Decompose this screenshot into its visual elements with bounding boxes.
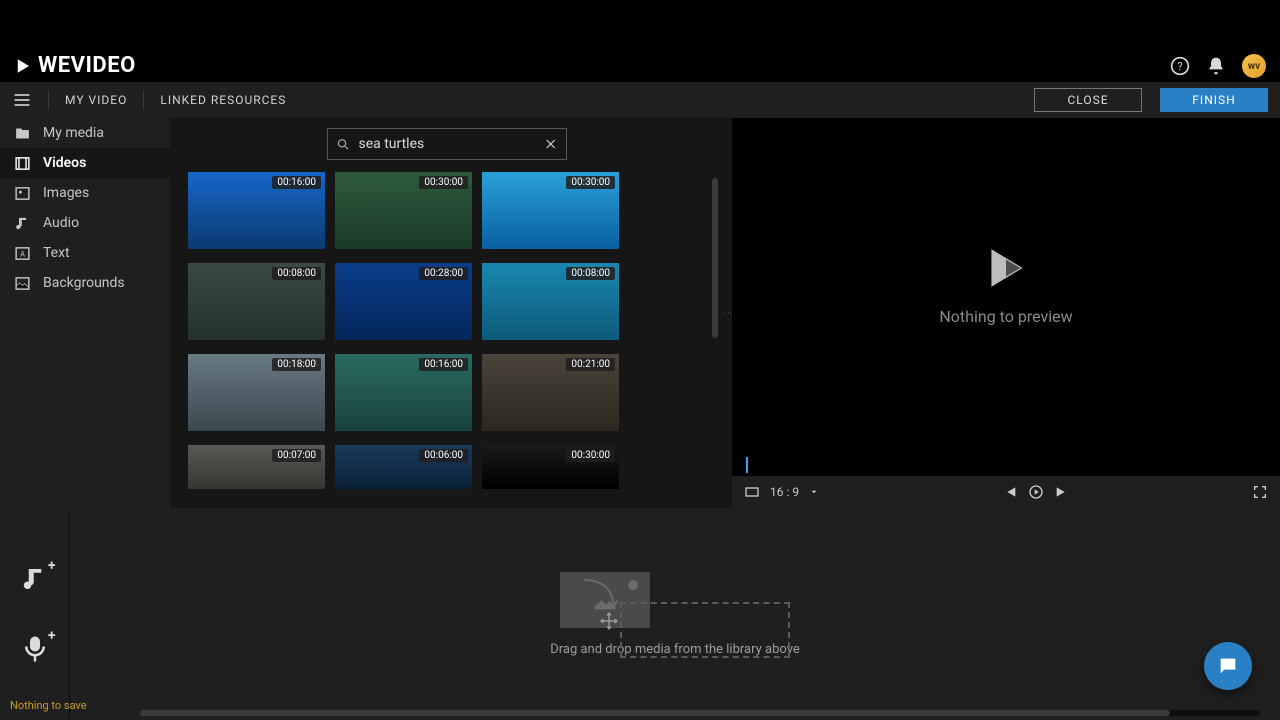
finish-button[interactable]: FINISH [1160,88,1268,112]
drop-hint-graphic [560,572,790,628]
app-subbar: MY VIDEO LINKED RESOURCES CLOSE FINISH [0,82,1280,118]
bell-icon[interactable] [1206,56,1226,76]
aspect-icon[interactable] [744,484,760,500]
menu-icon[interactable] [12,90,32,110]
media-clip[interactable]: 00:30:00 [482,445,619,489]
chat-icon [1217,655,1239,677]
clip-duration: 00:21:00 [566,358,615,371]
sidebar-item-audio[interactable]: Audio [0,208,170,238]
clip-duration: 00:18:00 [272,358,321,371]
media-clip[interactable]: 00:08:00 [482,263,619,340]
aspect-ratio-label[interactable]: 16 : 9 [770,485,799,499]
timeline-panel: + + Drag and drop media from the library… [0,508,1280,720]
background-icon [14,275,31,292]
image-icon [14,185,31,202]
chat-fab[interactable] [1204,642,1252,690]
music-icon [14,215,31,232]
skip-forward-icon[interactable] [1054,484,1070,500]
clip-duration: 00:08:00 [272,267,321,280]
clip-duration: 00:08:00 [566,267,615,280]
save-status: Nothing to save [10,699,87,712]
timeline-scrollbar[interactable] [140,710,1260,716]
clip-duration: 00:30:00 [566,176,615,189]
sidebar-item-my-media[interactable]: My media [0,118,170,148]
clip-duration: 00:30:00 [566,449,615,462]
media-clip[interactable]: 00:16:00 [335,354,472,431]
media-clip[interactable]: 00:06:00 [335,445,472,489]
app-logo: WEVIDEO [14,53,136,78]
breadcrumb-linked-resources[interactable]: LINKED RESOURCES [160,93,286,107]
chevron-down-icon[interactable] [809,487,819,497]
search-input-wrapper [327,128,567,160]
close-button[interactable]: CLOSE [1034,88,1142,112]
panel-resize-handle[interactable]: ⋮ [724,118,732,508]
clip-duration: 00:30:00 [419,176,468,189]
sidebar-item-text[interactable]: A Text [0,238,170,268]
preview-controls: 16 : 9 [732,476,1280,508]
clip-duration: 00:16:00 [272,176,321,189]
clip-duration: 00:07:00 [272,449,321,462]
help-icon[interactable]: ? [1170,56,1190,76]
fullscreen-icon[interactable] [1252,484,1268,500]
media-clip[interactable]: 00:18:00 [188,354,325,431]
preview-empty-text: Nothing to preview [939,307,1072,326]
media-clip[interactable]: 00:30:00 [482,172,619,249]
clip-duration: 00:06:00 [419,449,468,462]
play-icon [14,57,32,75]
folder-icon [14,125,31,142]
search-input[interactable] [358,136,536,152]
media-library: 00:16:00 00:30:00 00:30:00 00:08:00 00:2… [170,118,724,508]
media-clip[interactable]: 00:16:00 [188,172,325,249]
skip-back-icon[interactable] [1002,484,1018,500]
clear-search-icon[interactable] [544,137,558,151]
sidebar-item-images[interactable]: Images [0,178,170,208]
preview-panel: Nothing to preview 16 : 9 [732,118,1280,508]
clip-duration: 00:28:00 [419,267,468,280]
media-clip[interactable]: 00:28:00 [335,263,472,340]
library-scrollbar[interactable] [712,178,718,338]
svg-text:?: ? [1177,60,1182,73]
add-audio-track-icon[interactable]: + [20,564,50,594]
sidebar-item-backgrounds[interactable]: Backgrounds [0,268,170,298]
svg-text:A: A [20,249,25,258]
film-icon [14,155,31,172]
move-cursor-icon [598,610,620,632]
media-clip[interactable]: 00:30:00 [335,172,472,249]
search-icon [336,137,350,152]
sidebar-item-videos[interactable]: Videos [0,148,170,178]
media-clip[interactable]: 00:21:00 [482,354,619,431]
media-clip[interactable]: 00:07:00 [188,445,325,489]
preview-timeline[interactable] [732,451,1280,476]
clip-duration: 00:16:00 [419,358,468,371]
avatar[interactable]: wv [1242,54,1266,78]
media-clip[interactable]: 00:08:00 [188,263,325,340]
preview-play-icon [981,243,1031,293]
media-sidebar: My media Videos Images Audio A Text Back… [0,118,170,508]
text-icon: A [14,245,31,262]
breadcrumb-my-video[interactable]: MY VIDEO [65,93,127,107]
app-wordmark: WEVIDEO [38,53,136,78]
add-voiceover-icon[interactable]: + [20,634,50,664]
play-button-icon[interactable] [1028,484,1044,500]
